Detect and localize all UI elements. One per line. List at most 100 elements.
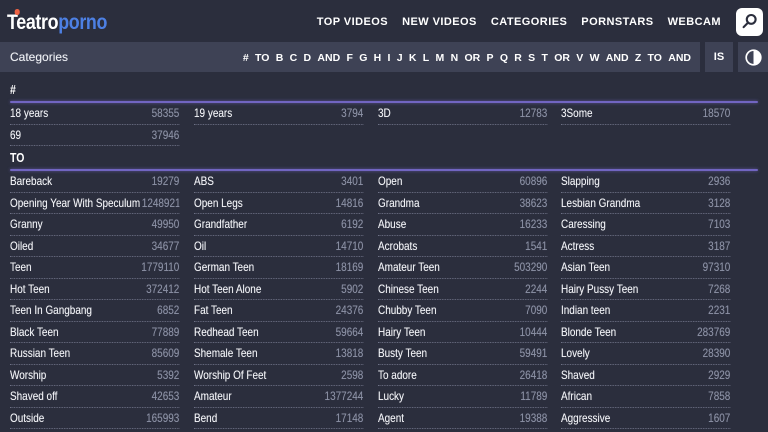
category-item[interactable]: Lovely 28390: [561, 343, 731, 365]
category-item[interactable]: Amateur Teen 503290: [377, 257, 547, 279]
category-item[interactable]: Bend 17148: [193, 408, 364, 429]
alphabet-link[interactable]: N: [451, 52, 459, 64]
category-item[interactable]: 19 years 3794: [193, 103, 364, 125]
category-item[interactable]: Actress 3187: [561, 236, 731, 257]
alphabet-link[interactable]: OR: [554, 52, 570, 64]
category-item[interactable]: Amateur 1377244: [193, 386, 364, 408]
alphabet-link[interactable]: Z: [635, 52, 641, 64]
alphabet-link[interactable]: L: [423, 52, 429, 64]
search-button[interactable]: [736, 7, 763, 36]
category-item[interactable]: Open 60896: [377, 171, 547, 193]
category-item[interactable]: Blonde Teen 283769: [561, 322, 731, 343]
category-item[interactable]: African 7858: [561, 386, 731, 408]
alphabet-link[interactable]: R: [514, 52, 522, 64]
category-item[interactable]: Worship 5392: [10, 365, 180, 386]
nav-item-top-videos[interactable]: TOP VIDEOS: [317, 16, 388, 28]
category-item[interactable]: Open Legs 14816: [193, 193, 364, 214]
category-item[interactable]: Shaved off 42653: [10, 386, 180, 408]
category-item[interactable]: Worship Of Feet 2598: [193, 365, 364, 386]
alphabet-link[interactable]: #: [243, 52, 249, 64]
category-item[interactable]: Caressing 7103: [561, 214, 731, 236]
category-item[interactable]: Acrobats 1541: [377, 236, 547, 257]
category-item[interactable]: 3Some 18570: [561, 103, 731, 125]
category-name: 69: [10, 127, 22, 142]
nav-item-new-videos[interactable]: NEW VIDEOS: [402, 16, 477, 28]
alphabet-link[interactable]: AND: [606, 52, 629, 64]
category-item[interactable]: Busty Teen 59491: [377, 343, 547, 365]
alphabet-link[interactable]: H: [374, 52, 382, 64]
category-count: 19279: [151, 174, 180, 189]
theme-toggle-button[interactable]: [738, 42, 768, 72]
category-item[interactable]: Teen In Gangbang 6852: [10, 300, 180, 322]
site-logo[interactable]: Teatro porno: [7, 9, 107, 33]
category-item[interactable]: Hairy Pussy Teen 7268: [561, 279, 731, 300]
category-item[interactable]: Outside 165993: [10, 408, 180, 429]
category-name: Acrobats: [377, 238, 417, 253]
alphabet-link[interactable]: W: [590, 52, 600, 64]
category-item[interactable]: Grandfather 6192: [193, 214, 364, 236]
alphabet-link[interactable]: J: [397, 52, 403, 64]
alphabet-link[interactable]: OR: [464, 52, 480, 64]
category-item[interactable]: Oiled 34677: [10, 236, 180, 257]
category-item[interactable]: Fat Teen 24376: [193, 300, 364, 322]
alphabet-link[interactable]: TO: [648, 52, 662, 64]
alphabet-link[interactable]: K: [409, 52, 417, 64]
alphabet-link[interactable]: D: [304, 52, 312, 64]
alphabet-link[interactable]: T: [541, 52, 547, 64]
alphabet-link[interactable]: I: [388, 52, 391, 64]
alphabet-link[interactable]: F: [346, 52, 352, 64]
alphabet-link[interactable]: Q: [500, 52, 508, 64]
category-count: 283769: [697, 324, 731, 339]
category-count: 13818: [335, 346, 364, 361]
category-name: Busty Teen: [377, 346, 427, 361]
category-item[interactable]: Oil 14710: [193, 236, 364, 257]
category-item[interactable]: German Teen 18169: [193, 257, 364, 279]
category-name: Caressing: [561, 217, 607, 232]
category-item[interactable]: To adore 26418: [377, 365, 547, 386]
category-item[interactable]: Hot Teen Alone 5902: [193, 279, 364, 300]
category-name: Lovely: [561, 346, 591, 361]
alphabet-link[interactable]: C: [290, 52, 298, 64]
category-item[interactable]: Hot Teen 372412: [10, 279, 180, 300]
category-item[interactable]: Lesbian Grandma 3128: [561, 193, 731, 214]
category-item[interactable]: Agent 19388: [377, 408, 547, 429]
alphabet-link[interactable]: V: [576, 52, 583, 64]
category-item[interactable]: Grandma 38623: [377, 193, 547, 214]
category-item[interactable]: Slapping 2936: [561, 171, 731, 193]
category-item[interactable]: Chinese Teen 2244: [377, 279, 547, 300]
category-item[interactable]: Shaved 2929: [561, 365, 731, 386]
alphabet-link[interactable]: B: [276, 52, 284, 64]
category-item[interactable]: 3D 12783: [377, 103, 547, 125]
category-item[interactable]: Chubby Teen 7090: [377, 300, 547, 322]
alphabet-link[interactable]: P: [487, 52, 494, 64]
alphabet-link[interactable]: S: [528, 52, 535, 64]
category-item[interactable]: Black Teen 77889: [10, 322, 180, 343]
alphabet-link[interactable]: G: [359, 52, 367, 64]
alphabet-link[interactable]: AND: [668, 52, 691, 64]
category-count: 28390: [702, 346, 731, 361]
alphabet-link[interactable]: AND: [317, 52, 340, 64]
nav-item-pornstars[interactable]: PORNSTARS: [581, 16, 653, 28]
category-item[interactable]: 69 37946: [10, 125, 180, 146]
language-is-button[interactable]: IS: [705, 42, 733, 72]
alphabet-link[interactable]: M: [436, 52, 445, 64]
category-item[interactable]: Indian teen 2231: [561, 300, 731, 322]
category-item[interactable]: ABS 3401: [193, 171, 364, 193]
nav-item-webcam[interactable]: WEBCAM: [668, 16, 721, 28]
category-item[interactable]: Opening Year With Speculum 1248921: [10, 193, 180, 214]
category-item[interactable]: Bareback 19279: [10, 171, 180, 193]
category-item[interactable]: Lucky 11789: [377, 386, 547, 408]
nav-item-categories[interactable]: CATEGORIES: [491, 16, 567, 28]
category-name: African: [561, 389, 593, 404]
category-item[interactable]: Redhead Teen 59664: [193, 322, 364, 343]
category-item[interactable]: 18 years 58355: [10, 103, 180, 125]
category-item[interactable]: Teen 1779110: [10, 257, 180, 279]
category-item[interactable]: Asian Teen 97310: [561, 257, 731, 279]
category-item[interactable]: Aggressive 1607: [561, 408, 731, 429]
category-item[interactable]: Abuse 16233: [377, 214, 547, 236]
category-item[interactable]: Granny 49950: [10, 214, 180, 236]
category-item[interactable]: Russian Teen 85609: [10, 343, 180, 365]
category-item[interactable]: Hairy Teen 10444: [377, 322, 547, 343]
category-item[interactable]: Shemale Teen 13818: [193, 343, 364, 365]
alphabet-link[interactable]: TO: [255, 52, 269, 64]
